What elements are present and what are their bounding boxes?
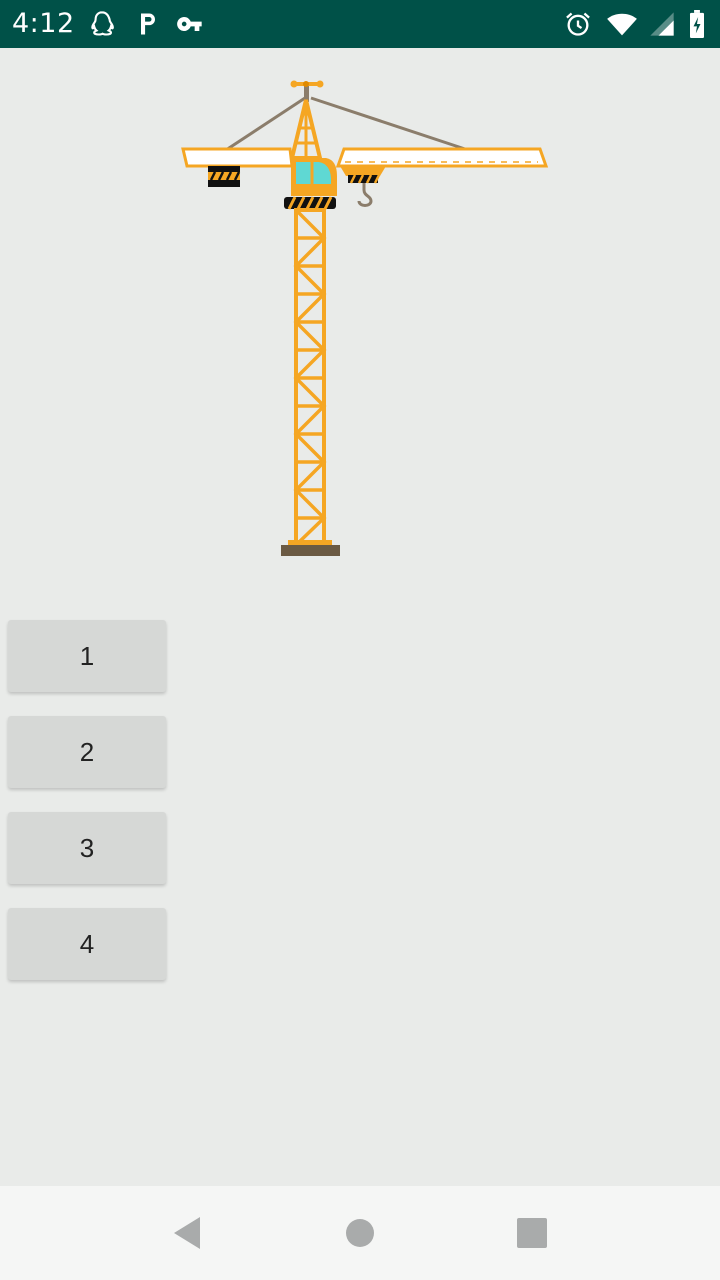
button-3-label: 3 <box>79 833 95 863</box>
home-icon[interactable] <box>335 1208 385 1258</box>
status-bar: 4:12 <box>0 0 720 48</box>
qq-penguin-icon <box>88 10 116 38</box>
button-4-label: 4 <box>79 929 95 959</box>
tower-crane-graphic <box>181 80 549 556</box>
button-1-label: 1 <box>79 641 95 671</box>
back-icon[interactable] <box>162 1208 212 1258</box>
battery-charging-icon <box>686 10 708 38</box>
status-time: 4:12 <box>12 8 75 39</box>
button-4[interactable]: 4 <box>8 908 166 980</box>
signal-icon <box>648 10 676 38</box>
navigation-bar <box>0 1186 720 1280</box>
vpn-key-icon <box>176 10 204 38</box>
recents-icon[interactable] <box>507 1208 557 1258</box>
button-2-label: 2 <box>79 737 95 767</box>
alarm-clock-icon <box>564 10 592 38</box>
button-2[interactable]: 2 <box>8 716 166 788</box>
button-1[interactable]: 1 <box>8 620 166 692</box>
tower-crane-illustration <box>0 48 720 568</box>
button-3[interactable]: 3 <box>8 812 166 884</box>
app-screen: 4:12 1 2 3 4 <box>0 0 720 1280</box>
wifi-icon <box>606 10 638 38</box>
parking-p-icon <box>134 10 162 38</box>
